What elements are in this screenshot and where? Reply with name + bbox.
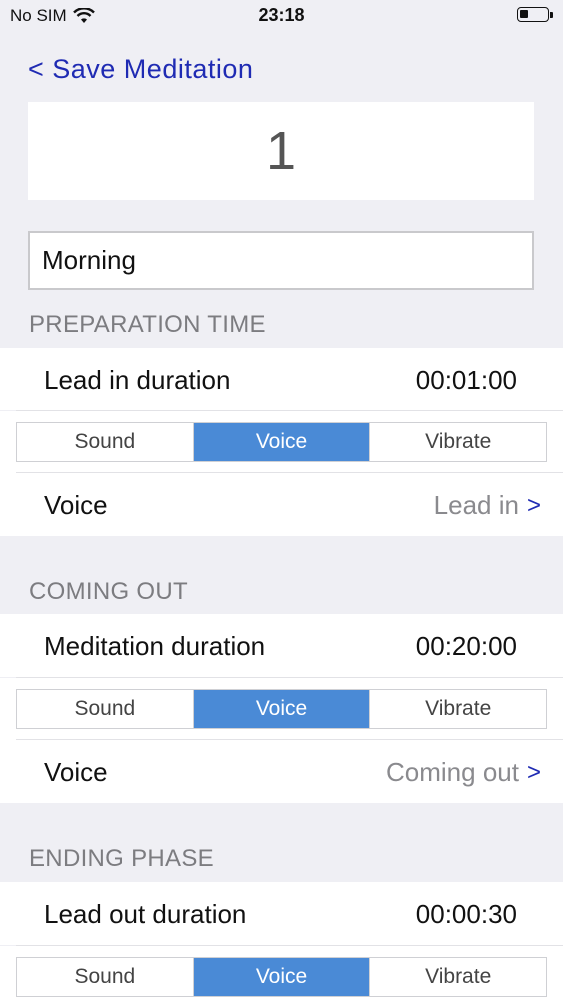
- status-time: 23:18: [258, 5, 305, 25]
- preparation-segmented-control: Sound Voice Vibrate: [16, 422, 547, 462]
- ending-segmented-control: Sound Voice Vibrate: [16, 957, 547, 997]
- coming-out-voice-row[interactable]: Voice Coming out >: [0, 740, 563, 803]
- ending-segment-row: Sound Voice Vibrate: [0, 946, 563, 1000]
- segment-voice[interactable]: Voice: [193, 690, 371, 728]
- meditation-name-input[interactable]: [28, 231, 534, 290]
- segment-sound[interactable]: Sound: [17, 690, 194, 728]
- lead-in-duration-label: Lead in duration: [44, 365, 231, 395]
- segment-vibrate[interactable]: Vibrate: [370, 958, 546, 996]
- segment-vibrate[interactable]: Vibrate: [370, 423, 546, 461]
- meditation-duration-label: Meditation duration: [44, 631, 266, 661]
- coming-out-segmented-control: Sound Voice Vibrate: [16, 689, 547, 729]
- segment-vibrate[interactable]: Vibrate: [370, 690, 546, 728]
- status-bar: No SIM 23:18: [0, 0, 563, 32]
- voice-label: Voice: [44, 757, 108, 787]
- lead-out-duration-value: 00:00:30: [415, 899, 517, 929]
- preparation-voice-row[interactable]: Voice Lead in >: [0, 473, 563, 536]
- chevron-right-icon: >: [526, 491, 541, 519]
- voice-value-text: Coming out: [386, 757, 519, 787]
- lead-out-duration-row[interactable]: Lead out duration 00:00:30: [0, 882, 563, 945]
- voice-value: Lead in >: [434, 490, 541, 521]
- preparation-segment-row: Sound Voice Vibrate: [0, 411, 563, 473]
- segment-sound[interactable]: Sound: [17, 423, 194, 461]
- voice-value-text: Lead in: [433, 490, 519, 520]
- segment-sound[interactable]: Sound: [17, 958, 194, 996]
- lead-in-duration-value: 00:01:00: [415, 365, 517, 395]
- section-header-preparation: PREPARATION TIME: [29, 311, 266, 338]
- lead-in-duration-row[interactable]: Lead in duration 00:01:00: [0, 348, 563, 410]
- section-header-ending: ENDING PHASE: [29, 845, 214, 872]
- chevron-right-icon: >: [526, 758, 541, 786]
- voice-value: Coming out >: [386, 757, 541, 788]
- meditation-duration-row[interactable]: Meditation duration 00:20:00: [0, 614, 563, 677]
- battery-icon: [517, 7, 553, 22]
- coming-out-segment-row: Sound Voice Vibrate: [0, 678, 563, 740]
- back-button[interactable]: < Save Meditation: [28, 54, 253, 85]
- segment-voice[interactable]: Voice: [193, 958, 371, 996]
- section-header-coming-out: COMING OUT: [29, 578, 188, 605]
- lead-out-duration-label: Lead out duration: [44, 899, 247, 929]
- segment-voice[interactable]: Voice: [193, 423, 371, 461]
- voice-label: Voice: [44, 490, 108, 520]
- meditation-number-display[interactable]: 1: [28, 102, 534, 200]
- meditation-duration-value: 00:20:00: [415, 631, 517, 661]
